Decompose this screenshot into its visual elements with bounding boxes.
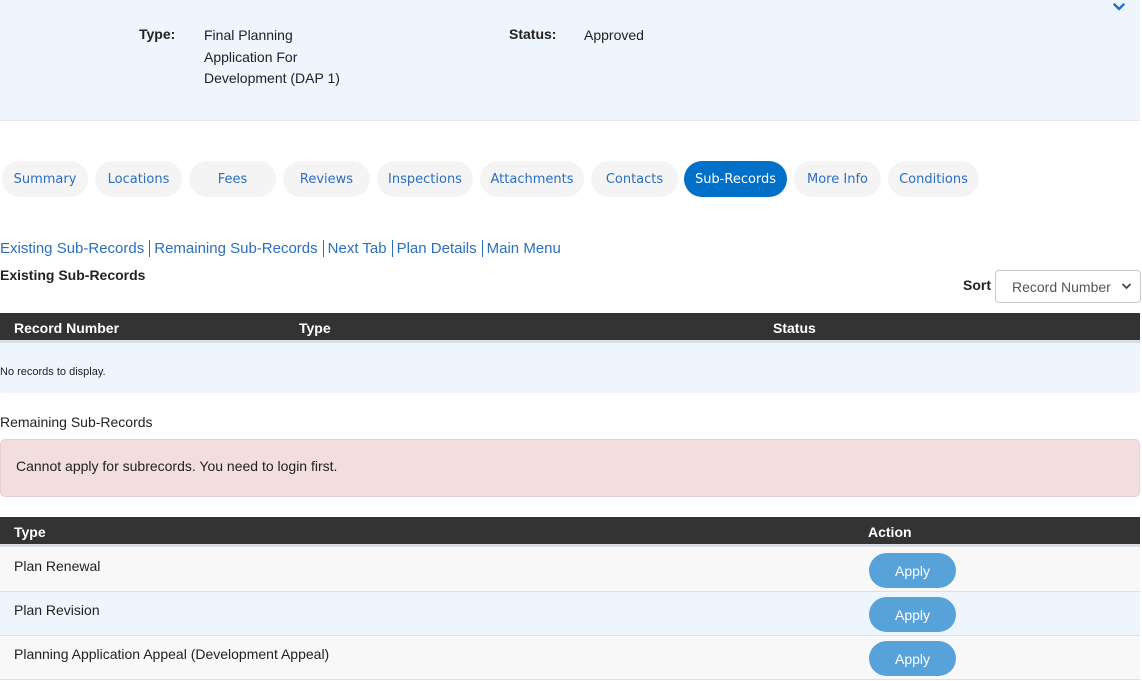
row-type: Plan Revision xyxy=(14,602,100,618)
chevron-down-icon xyxy=(1113,3,1125,11)
type-label: Type: xyxy=(139,26,176,42)
tab-locations[interactable]: Locations xyxy=(95,161,182,197)
chevron-down-icon xyxy=(1122,283,1131,290)
table-row: Planning Application Appeal (Development… xyxy=(0,636,1140,680)
link-separator xyxy=(149,240,151,257)
link-next-tab[interactable]: Next Tab xyxy=(328,240,387,257)
status-value: Approved xyxy=(584,27,644,43)
record-info-panel: Type: Final Planning Application For Dev… xyxy=(0,0,1140,121)
link-separator xyxy=(322,240,324,257)
table-row: Plan Revision Apply xyxy=(0,592,1140,636)
tab-more-info[interactable]: More Info xyxy=(794,161,881,197)
type-value: Final Planning Application For Developme… xyxy=(204,27,340,86)
empty-message: No records to display. xyxy=(0,343,1140,393)
existing-table-header: Record Number Type Status xyxy=(0,313,1140,343)
existing-sub-records-heading: Existing Sub-Records xyxy=(0,267,146,283)
tab-conditions[interactable]: Conditions xyxy=(888,161,979,197)
table-row: Plan Renewal Apply xyxy=(0,548,1140,592)
column-header-record-number[interactable]: Record Number xyxy=(14,320,119,336)
link-existing-sub-records[interactable]: Existing Sub-Records xyxy=(0,240,144,257)
row-type: Planning Application Appeal (Development… xyxy=(14,646,330,662)
status-label: Status: xyxy=(509,26,557,42)
link-separator xyxy=(481,240,483,257)
tab-reviews[interactable]: Reviews xyxy=(283,161,370,197)
tab-contacts[interactable]: Contacts xyxy=(591,161,678,197)
tab-attachments[interactable]: Attachments xyxy=(480,161,584,197)
column-header-action: Action xyxy=(868,524,912,540)
row-type: Plan Renewal xyxy=(14,558,101,574)
remaining-table-header: Type Action xyxy=(0,517,1140,547)
apply-button[interactable]: Apply xyxy=(869,553,956,588)
login-required-alert: Cannot apply for subrecords. You need to… xyxy=(0,439,1140,497)
sort-selected-value: Record Number xyxy=(1012,278,1111,295)
tab-inspections[interactable]: Inspections xyxy=(377,161,473,197)
tab-summary[interactable]: Summary xyxy=(2,161,88,197)
sort-select[interactable]: Record Number xyxy=(995,270,1141,303)
link-main-menu[interactable]: Main Menu xyxy=(487,240,561,257)
link-plan-details[interactable]: Plan Details xyxy=(397,240,477,257)
apply-button[interactable]: Apply xyxy=(869,641,956,676)
remaining-sub-records-heading: Remaining Sub-Records xyxy=(0,414,153,430)
sort-label: Sort xyxy=(963,277,991,293)
section-links: Existing Sub-Records Remaining Sub-Recor… xyxy=(0,240,561,257)
column-header-type: Type xyxy=(14,524,46,540)
column-header-status[interactable]: Status xyxy=(773,320,816,336)
link-separator xyxy=(391,240,393,257)
apply-button[interactable]: Apply xyxy=(869,597,956,632)
tab-fees[interactable]: Fees xyxy=(189,161,276,197)
link-remaining-sub-records[interactable]: Remaining Sub-Records xyxy=(154,240,317,257)
column-header-type[interactable]: Type xyxy=(299,320,331,336)
tab-sub-records[interactable]: Sub-Records xyxy=(684,161,787,197)
collapse-panel-button[interactable] xyxy=(1110,0,1128,14)
